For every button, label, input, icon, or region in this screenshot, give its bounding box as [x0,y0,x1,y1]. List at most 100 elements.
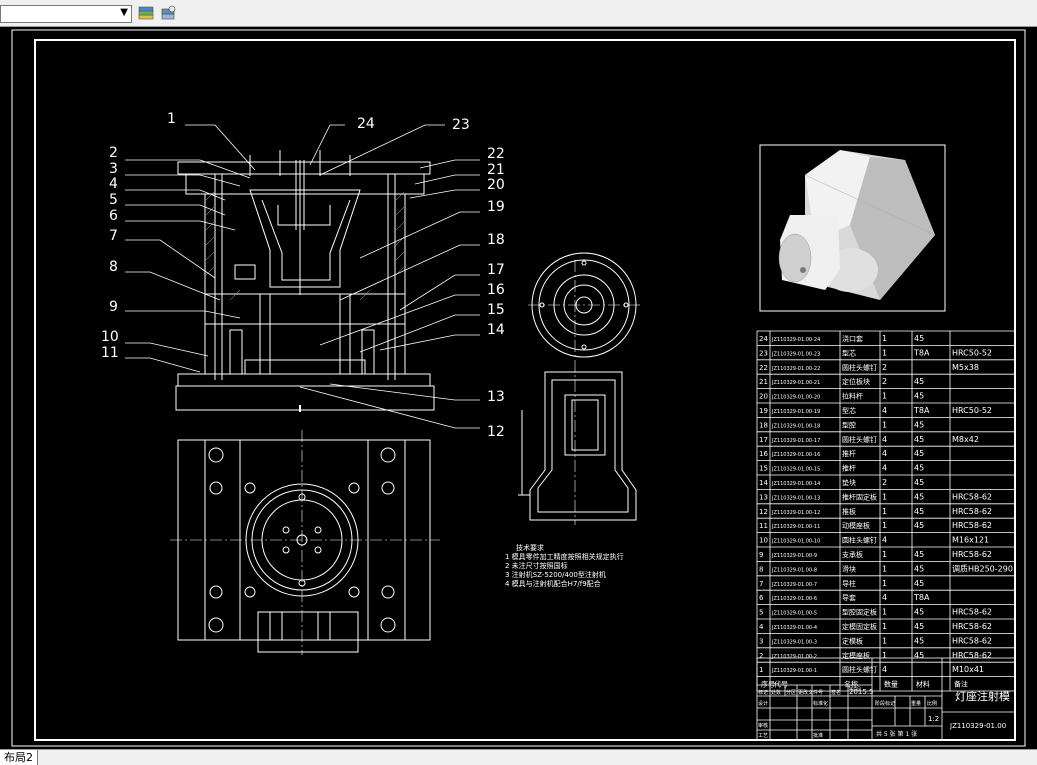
bom-cell-no: 17 [759,436,768,444]
bom-cell-code: JZ110329-01.00-16 [771,452,820,458]
bom-cell-mat: 45 [914,449,924,458]
bom-cell-note: 调质HB250-290 [952,563,1013,573]
bom-cell-no: 18 [759,421,768,429]
tb-design: 设计 [758,700,768,707]
bom-cell-mat: 45 [914,478,924,487]
bom-cell-qty: 4 [882,464,887,473]
tb-sign: 签名 [831,689,841,696]
bom-cell-code: JZ110329-01.00-8 [771,567,817,573]
bom-cell-qty: 1 [882,550,887,559]
bom-cell-name: 定模固定板 [842,622,877,631]
bom-cell-mat: 45 [914,579,924,588]
bom-cell-name: 定模座板 [842,651,870,660]
bom-cell-no: 3 [759,637,763,645]
bom-cell-note: M16x121 [952,536,989,545]
bom-cell-qty: 1 [882,622,887,631]
note-2: 2 未注尺寸按照国标 [505,561,568,570]
bom-cell-qty: 4 [882,665,887,674]
bom-cell-code: JZ110329-01.00-17 [771,438,820,444]
bom-cell-mat: 45 [914,608,924,617]
bom-cell-mat: T8A [913,406,930,415]
toolbar: ▼ [0,0,1037,27]
bom-cell-qty: 2 [882,377,887,386]
bom-cell-name: 定位板块 [842,377,870,386]
bom-cell-qty: 4 [882,449,887,458]
drawing-canvas[interactable]: 1 2 3 4 5 6 7 8 9 10 11 24 23 22 21 20 1… [0,27,1037,749]
drawing-number: JZ110329-01.00 [949,722,1006,730]
bom-cell-no: 7 [759,580,763,588]
bom-cell-note: M10x41 [952,665,984,674]
bom-cell-no: 16 [759,450,768,458]
bom-cell-name: 型芯 [842,348,856,357]
layout-tab[interactable]: 布局2 [0,750,38,765]
bom-cell-qty: 2 [882,478,887,487]
tb-count: 处数 [771,689,781,696]
bom-cell-qty: 1 [882,651,887,660]
bom-header-no: 序号 [761,680,775,689]
bom-cell-code: JZ110329-01.00-1 [771,668,817,674]
layout-tab-bar: 布局2 [0,749,1037,765]
bom-cell-mat: 45 [914,622,924,631]
bom-cell-code: JZ110329-01.00-18 [771,423,820,429]
bom-cell-code: JZ110329-01.00-2 [771,654,817,660]
bom-cell-no: 12 [759,508,768,516]
tb-review: 审核 [758,722,768,729]
tb-mark: 标记 [758,689,768,696]
bom-header-code: 代号 [774,680,788,689]
outer-frame [11,29,1026,747]
layer-properties-icon[interactable] [136,4,156,24]
bom-cell-name: 圆柱头螺钉 [842,363,877,372]
bom-cell-code: JZ110329-01.00-14 [771,481,820,487]
bom-cell-mat: T8A [913,348,930,357]
bom-cell-name: 推杆 [842,464,856,473]
bom-cell-code: JZ110329-01.00-4 [771,625,817,631]
bom-cell-no: 20 [759,393,768,401]
section-view [175,150,435,412]
bom-cell-note: HRC58-62 [952,651,992,660]
bom-cell-no: 1 [759,666,763,674]
bom-cell-name: 圆柱头螺钉 [842,536,877,545]
callout-15: 15 [487,302,505,318]
bom-cell-no: 19 [759,407,768,415]
bom-cell-mat: 45 [914,420,924,429]
bom-cell-qty: 1 [882,507,887,516]
tb-standard: 标准化 [813,700,828,707]
bom-cell-name: 导套 [842,593,856,602]
clamp-plate-bottom [177,373,431,387]
bom-cell-mat: T8A [913,593,930,602]
bom-cell-no: 14 [759,479,768,487]
layer-dropdown[interactable]: ▼ [0,5,132,23]
layer-state-icon[interactable] [158,4,178,24]
bom-cell-name: 型腔 [842,420,856,429]
bom-text: 24 JZ110329-01.00-24 浇口套 1 4523 JZ110329-01.0… [759,334,1013,689]
tb-scale: 比例 [927,700,937,707]
bom-cell-mat: 45 [914,334,924,343]
sheet-count: 共 5 张 第 1 张 [876,730,917,738]
bom-cell-name: 定模板 [842,636,863,645]
bom-cell-code: JZ110329-01.00-5 [771,611,817,617]
bom-header-mat: 材料 [916,680,930,689]
bom-cell-qty: 1 [882,608,887,617]
bom-cell-code: JZ110329-01.00-11 [771,524,820,530]
chevron-down-icon[interactable]: ▼ [120,7,128,18]
tb-approve: 批准 [813,732,823,739]
tb-change-doc: 更改文件号 [798,689,823,696]
bom-cell-name: 拉料杆 [842,392,863,401]
tb-zone: 分区 [786,689,796,696]
bom-cell-code: JZ110329-01.00-3 [771,639,817,645]
bom-cell-note: HRC58-62 [952,636,992,645]
callout-6: 6 [109,208,118,224]
callout-3: 3 [109,161,118,177]
bom-cell-note: HRC58-62 [952,521,992,530]
callout-9: 9 [109,299,118,315]
bom-cell-mat: 45 [914,550,924,559]
bom-cell-mat: 45 [914,392,924,401]
bom-header-note: 备注 [954,680,968,689]
bom-cell-no: 22 [759,364,768,372]
plan-view [177,439,431,653]
callout-4: 4 [109,176,118,192]
bom-cell-code: JZ110329-01.00-24 [771,337,820,343]
tb-date: 年月日 [849,685,861,691]
bom-cell-no: 13 [759,493,768,501]
note-3: 3 注射机SZ-5200/400型注射机 [505,570,606,579]
